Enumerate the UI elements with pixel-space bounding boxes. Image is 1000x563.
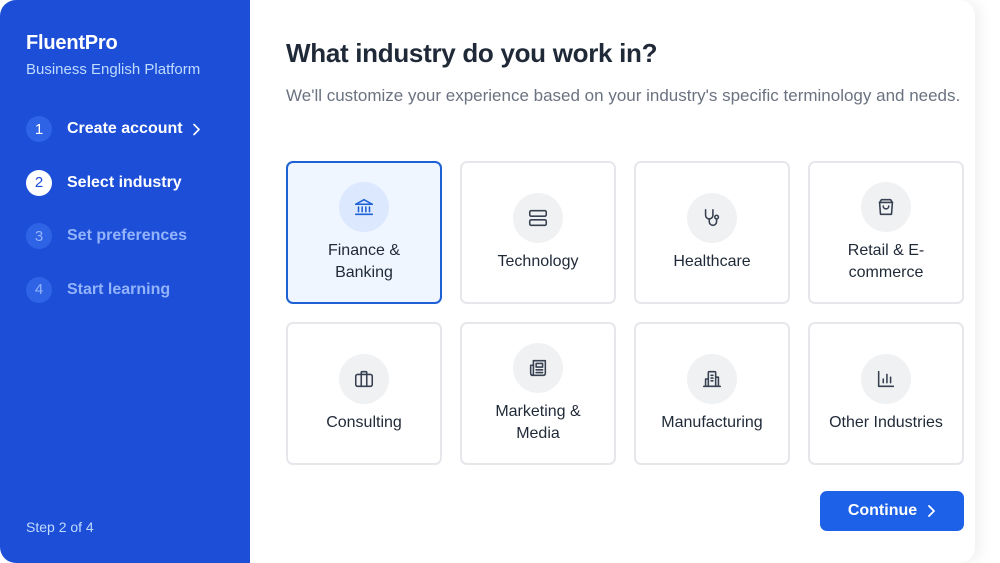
step-number: 4 bbox=[26, 276, 52, 303]
step-label: Start learning bbox=[67, 280, 171, 298]
server-icon bbox=[513, 192, 563, 243]
factory-building-icon bbox=[687, 353, 737, 404]
newspaper-icon bbox=[513, 342, 563, 393]
step-counter: Step 2 of 4 bbox=[26, 519, 94, 535]
onboarding-window: FluentPro Business English Platform 1 Cr… bbox=[0, 0, 975, 563]
industry-card-technology[interactable]: Technology bbox=[460, 161, 616, 304]
brand-title: FluentPro bbox=[26, 32, 118, 54]
stethoscope-icon bbox=[687, 192, 737, 243]
industry-label: Other Industries bbox=[829, 413, 943, 431]
industry-label: Technology bbox=[497, 252, 579, 270]
shopping-bag-icon bbox=[861, 181, 911, 232]
continue-button[interactable]: Continue bbox=[820, 491, 964, 531]
step-number: 3 bbox=[26, 223, 52, 249]
step-set-preferences[interactable]: 3 Set preferences bbox=[26, 223, 236, 249]
page-description: We'll customize your experience based on… bbox=[286, 86, 961, 105]
step-start-learning[interactable]: 4 Start learning bbox=[26, 276, 236, 303]
industry-card-healthcare[interactable]: Healthcare bbox=[634, 161, 790, 304]
continue-label: Continue bbox=[847, 502, 918, 519]
industry-card-manufacturing[interactable]: Manufacturing bbox=[634, 322, 790, 465]
step-label: Create account bbox=[67, 120, 183, 137]
brand-subtitle: Business English Platform bbox=[26, 61, 201, 78]
industry-card-other[interactable]: Other Industries bbox=[808, 322, 964, 465]
step-list: 1 Create account 2 Select industry 3 Set… bbox=[26, 116, 236, 330]
step-number: 1 bbox=[26, 116, 52, 142]
bank-icon bbox=[339, 181, 389, 232]
industry-label: Finance & Banking bbox=[327, 241, 401, 281]
briefcase-icon bbox=[339, 353, 389, 404]
industry-card-retail-ecommerce[interactable]: Retail & E-commerce bbox=[808, 161, 964, 304]
industry-label: Healthcare bbox=[673, 252, 751, 270]
industry-label: Marketing & Media bbox=[495, 402, 581, 442]
chevron-right-icon bbox=[927, 504, 936, 518]
chevron-right-icon bbox=[192, 123, 201, 136]
step-label: Set preferences bbox=[67, 227, 188, 244]
step-number: 2 bbox=[26, 169, 52, 196]
industry-card-finance-banking[interactable]: Finance & Banking bbox=[286, 161, 442, 304]
industry-grid: Finance & Banking Technology Healthcare … bbox=[286, 161, 964, 465]
industry-label: Manufacturing bbox=[661, 413, 763, 431]
main-content: What industry do you work in? We'll cust… bbox=[286, 0, 966, 563]
page-title: What industry do you work in? bbox=[286, 38, 658, 68]
step-create-account[interactable]: 1 Create account bbox=[26, 116, 236, 142]
step-select-industry[interactable]: 2 Select industry bbox=[26, 169, 236, 196]
industry-card-marketing-media[interactable]: Marketing & Media bbox=[460, 322, 616, 465]
industry-label: Retail & E-commerce bbox=[847, 241, 925, 281]
sidebar: FluentPro Business English Platform 1 Cr… bbox=[0, 0, 250, 563]
bar-chart-icon bbox=[861, 353, 911, 404]
industry-label: Consulting bbox=[326, 413, 402, 431]
industry-card-consulting[interactable]: Consulting bbox=[286, 322, 442, 465]
step-label: Select industry bbox=[67, 173, 182, 191]
